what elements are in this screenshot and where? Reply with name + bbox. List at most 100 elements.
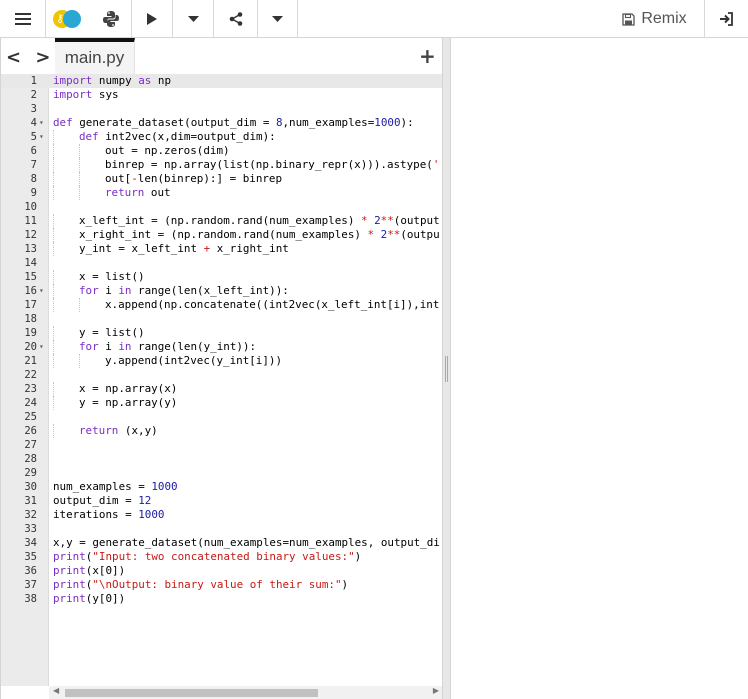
code-editor[interactable]: 1 import numpy as np 2 import sys 3 4 ▾ def gen…: [1, 74, 443, 686]
code-token: out: [144, 186, 171, 199]
code-line[interactable]: 4 ▾ def generate_dataset(output_dim = 8,nu…: [1, 116, 443, 130]
login-button[interactable]: [705, 0, 748, 38]
code-token: return: [79, 424, 119, 437]
code-line[interactable]: 5 ▾ def int2vec(x,dim=output_dim):: [1, 130, 443, 144]
line-number: 28: [24, 453, 37, 465]
code-token: range(len(x_left_int)):: [131, 284, 289, 297]
indent-guide: [53, 396, 79, 410]
code-line[interactable]: 6 out = np.zeros(dim): [1, 144, 443, 158]
line-number: 18: [24, 313, 37, 325]
code-token: for: [79, 340, 99, 353]
code-text: def int2vec(x,dim=output_dim):: [53, 130, 276, 144]
pane-resize-handle[interactable]: [442, 38, 451, 699]
file-nav-arrows-icon[interactable]: < >: [6, 47, 54, 68]
code-line[interactable]: 2 import sys: [1, 88, 443, 102]
menu-button[interactable]: [0, 0, 46, 38]
code-line[interactable]: 22: [1, 368, 443, 382]
code-line[interactable]: 3: [1, 102, 443, 116]
code-line[interactable]: 26 return (x,y): [1, 424, 443, 438]
line-number: 25: [24, 411, 37, 423]
scroll-left-icon[interactable]: ◀: [53, 686, 59, 695]
output-pane: [451, 38, 748, 699]
code-line[interactable]: 13 y_int = x_left_int + x_right_int: [1, 242, 443, 256]
share-button[interactable]: [214, 0, 258, 38]
code-text: x_right_int = (np.random.rand(num_exampl…: [53, 228, 440, 242]
code-text: x.append(np.concatenate((int2vec(x_left_…: [53, 298, 439, 312]
fold-toggle-icon[interactable]: ▾: [39, 284, 44, 298]
python-mode-button[interactable]: [90, 0, 131, 38]
code-line[interactable]: 35 print("Input: two concatenated binary …: [1, 550, 443, 564]
code-token: binrep = np.array(list(np.binary_repr(x)…: [105, 158, 433, 171]
code-line[interactable]: 16 ▾ for i in range(len(x_left_int)):: [1, 284, 443, 298]
code-token: (output: [393, 214, 440, 227]
add-file-button[interactable]: +: [419, 44, 436, 68]
code-line[interactable]: 33: [1, 522, 443, 536]
code-line[interactable]: 8 out[-len(binrep):] = binrep: [1, 172, 443, 186]
code-line[interactable]: 20 ▾ for i in range(len(y_int)):: [1, 340, 443, 354]
editor-pane: < > main.py + 1 import numpy as np 2 import…: [0, 38, 443, 699]
code-token: def: [53, 116, 73, 129]
code-line[interactable]: 10: [1, 200, 443, 214]
code-text: num_examples = 1000: [53, 480, 178, 494]
code-line[interactable]: 15 x = list(): [1, 270, 443, 284]
code-line[interactable]: 28: [1, 452, 443, 466]
code-token: x = np.array(x): [79, 382, 178, 395]
code-line[interactable]: 36 print(x[0]): [1, 564, 443, 578]
indent-guide: [53, 172, 79, 186]
code-line[interactable]: 29: [1, 466, 443, 480]
share-options-dropdown[interactable]: [258, 0, 298, 38]
code-line[interactable]: 25: [1, 410, 443, 424]
code-token: x_right_int: [210, 242, 289, 255]
run-button[interactable]: [131, 0, 173, 38]
skulpt-mode-button[interactable]: ⚷: [46, 0, 90, 38]
code-line[interactable]: 18: [1, 312, 443, 326]
code-line[interactable]: 24 y = np.array(y): [1, 396, 443, 410]
code-token: out = np.zeros(dim): [105, 144, 230, 157]
share-icon: [229, 12, 242, 26]
code-line[interactable]: 12 x_right_int = (np.random.rand(num_exam…: [1, 228, 443, 242]
code-token: def: [79, 130, 99, 143]
fold-toggle-icon[interactable]: ▾: [39, 340, 44, 354]
code-line[interactable]: 21 y.append(int2vec(y_int[i])): [1, 354, 443, 368]
play-icon: [147, 13, 157, 25]
code-line[interactable]: 17 x.append(np.concatenate((int2vec(x_lef…: [1, 298, 443, 312]
indent-guide: [53, 228, 79, 242]
horizontal-scrollbar[interactable]: ◀ ▶: [49, 686, 443, 699]
run-options-dropdown[interactable]: [173, 0, 214, 38]
code-token: len(binrep):] = binrep: [137, 172, 283, 185]
scrollbar-thumb[interactable]: [65, 689, 318, 697]
line-number: 30: [24, 481, 37, 493]
remix-button[interactable]: Remix: [605, 0, 705, 38]
code-line[interactable]: 9 return out: [1, 186, 443, 200]
code-line[interactable]: 31 output_dim = 12: [1, 494, 443, 508]
code-line[interactable]: 34 x,y = generate_dataset(num_examples=nu…: [1, 536, 443, 550]
fold-toggle-icon[interactable]: ▾: [39, 130, 44, 144]
tab-main-py[interactable]: main.py: [55, 38, 135, 74]
code-line[interactable]: 14: [1, 256, 443, 270]
indent-guide: [79, 186, 105, 200]
skulpt-logo-icon: ⚷: [53, 10, 83, 28]
line-number: 13: [24, 243, 37, 255]
indent-guide: [79, 172, 105, 186]
code-line[interactable]: 19 y = list(): [1, 326, 443, 340]
code-line[interactable]: 23 x = np.array(x): [1, 382, 443, 396]
code-token: ,num_examples=: [282, 116, 375, 129]
code-text: x,y = generate_dataset(num_examples=num_…: [53, 536, 440, 550]
fold-toggle-icon[interactable]: ▾: [39, 116, 44, 130]
code-line[interactable]: 11 x_left_int = (np.random.rand(num_examp…: [1, 214, 443, 228]
code-line[interactable]: 27: [1, 438, 443, 452]
code-lines: 1 import numpy as np 2 import sys 3 4 ▾ def gen…: [1, 74, 443, 606]
indent-guide: [53, 354, 79, 368]
code-text: print("Input: two concatenated binary va…: [53, 550, 361, 564]
code-line[interactable]: 38 print(y[0]): [1, 592, 443, 606]
code-token: num_examples =: [53, 480, 152, 493]
code-line[interactable]: 30 num_examples = 1000: [1, 480, 443, 494]
scroll-right-icon[interactable]: ▶: [433, 686, 439, 695]
code-line[interactable]: 7 binrep = np.array(list(np.binary_repr(x…: [1, 158, 443, 172]
code-line[interactable]: 32 iterations = 1000: [1, 508, 443, 522]
code-line[interactable]: 1 import numpy as np: [1, 74, 443, 88]
code-line[interactable]: 37 print("\nOutput: binary value of their…: [1, 578, 443, 592]
line-number: 11: [24, 215, 37, 227]
code-text: out[-len(binrep):] = binrep: [53, 172, 282, 186]
code-token: 1000: [374, 116, 401, 129]
